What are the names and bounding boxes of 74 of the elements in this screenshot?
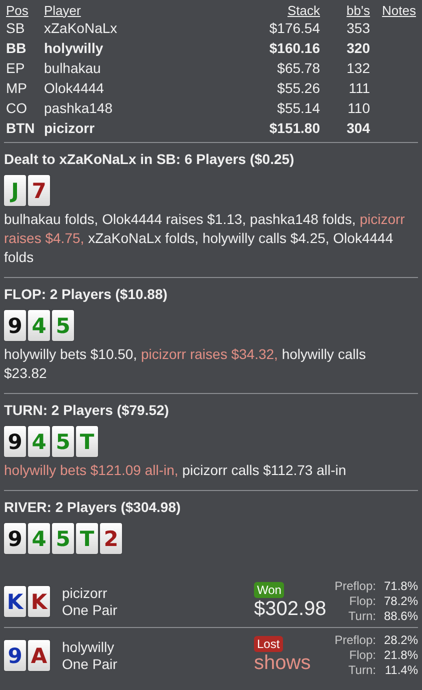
playing-card: 2 (100, 523, 122, 554)
table-cell: $55.26 (277, 80, 320, 96)
table-cell: 320 (346, 40, 370, 56)
table-cell: BTN (6, 120, 35, 136)
column-header[interactable]: Pos (6, 2, 28, 18)
equity-label: Turn: (347, 663, 376, 678)
table-cell: pashka148 (44, 100, 113, 116)
equity-label: Turn: (347, 609, 376, 624)
hand-rank: One Pair (62, 656, 118, 672)
equity-value: 88.6% (384, 609, 418, 624)
result-amount: $302.98 (254, 598, 326, 621)
table-cell: $160.16 (269, 40, 320, 56)
playing-card: 4 (28, 310, 50, 341)
equity-value: 71.8% (384, 579, 418, 594)
playing-card: 9 (4, 426, 26, 457)
action-log: bulhakau folds, Olok4444 raises $1.13, pashka148 folds, picizorr raises $4.75, xZaKoNaLx folds, holywilly calls $4.25, Olok4444 folds (4, 210, 406, 267)
action-log: holywilly bets $121.09 all-in, picizorr calls $112.73 all-in (4, 461, 348, 480)
action-log: holywilly bets $10.50, picizorr raises $34.32, holywilly calls $23.82 (4, 345, 367, 383)
result-badge: Won (254, 582, 284, 598)
playing-card: 9 (4, 310, 26, 341)
playing-card: 5 (52, 426, 74, 457)
playing-card: 9 (4, 640, 26, 671)
playing-card: 5 (52, 310, 74, 341)
table-cell: EP (6, 60, 25, 76)
table-cell: 304 (346, 120, 370, 136)
table-cell: holywilly (44, 40, 104, 56)
equity-value: 78.2% (384, 594, 418, 609)
playing-card: 5 (52, 523, 74, 554)
playing-card: 9 (4, 523, 26, 554)
table-cell: 110 (348, 100, 370, 116)
table-cell: 111 (348, 80, 370, 96)
playing-card: K (4, 586, 26, 617)
table-cell: xZaKoNaLx (44, 20, 118, 36)
playing-card: T (76, 523, 98, 554)
result-badge: Lost (254, 636, 283, 652)
table-cell: Olok4444 (44, 80, 104, 96)
playing-card: T (76, 426, 98, 457)
playing-card: K (28, 586, 50, 617)
table-cell: $55.14 (277, 100, 320, 116)
player-name: holywilly (62, 638, 116, 656)
playing-card: 7 (28, 175, 50, 206)
table-cell: SB (6, 20, 25, 36)
equity-value: 11.4% (384, 663, 418, 678)
playing-card: 4 (28, 426, 50, 457)
playing-card: A (28, 640, 50, 671)
table-cell: bulhakau (44, 60, 101, 76)
equity-value: 21.8% (384, 648, 418, 663)
table-cell: 132 (346, 60, 370, 76)
table-cell: BB (6, 40, 26, 56)
table-cell: $65.78 (277, 60, 320, 76)
result-amount: shows (254, 652, 311, 675)
street-title: TURN: 2 Players ($79.52) (4, 402, 170, 418)
playing-card: J (4, 175, 26, 206)
street-title: FLOP: 2 Players ($10.88) (4, 286, 168, 302)
equity-label: Flop: (348, 594, 376, 609)
player-name: picizorr (62, 584, 108, 602)
equity-label: Preflop: (334, 633, 376, 648)
table-cell: picizorr (44, 120, 95, 136)
table-cell: $176.54 (269, 20, 320, 36)
street-title: Dealt to xZaKoNaLx in SB: 6 Players ($0.25) (4, 151, 296, 167)
table-cell: CO (6, 100, 27, 116)
equity-label: Preflop: (334, 579, 376, 594)
street-title: RIVER: 2 Players ($304.98) (4, 499, 182, 515)
playing-card: 4 (28, 523, 50, 554)
table-cell: MP (6, 80, 27, 96)
column-header[interactable]: Notes (382, 2, 416, 18)
column-header[interactable]: bb's (346, 2, 370, 18)
hand-rank: One Pair (62, 602, 118, 618)
column-header[interactable]: Player (44, 2, 81, 18)
equity-label: Flop: (348, 648, 376, 663)
column-header[interactable]: Stack (287, 2, 320, 18)
table-cell: 353 (346, 20, 370, 36)
table-cell: $151.80 (269, 120, 320, 136)
equity-value: 28.2% (384, 633, 418, 648)
